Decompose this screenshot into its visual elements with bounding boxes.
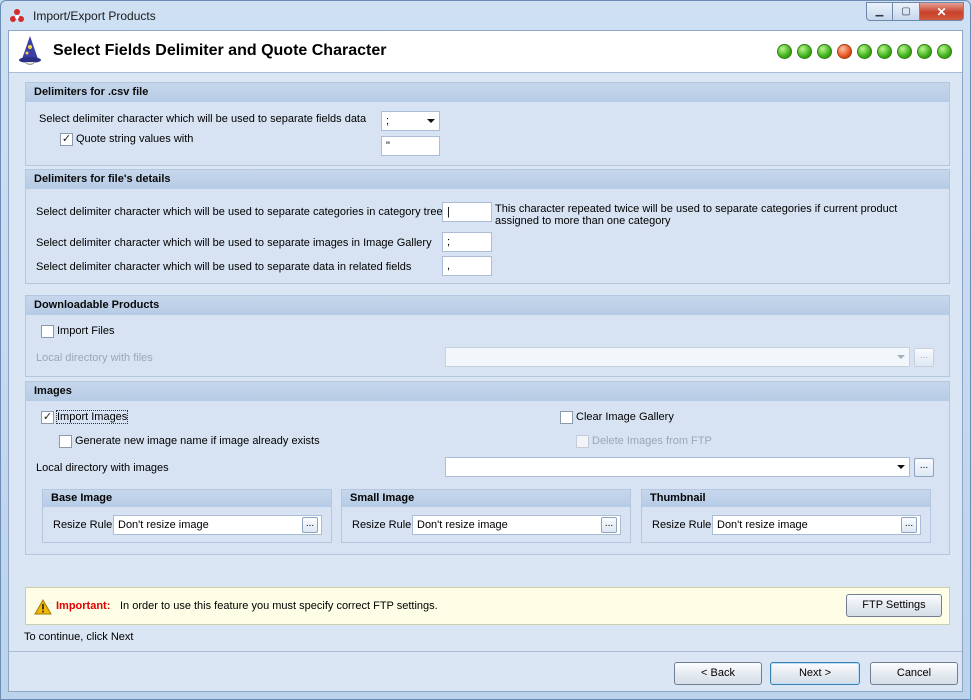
cancel-button[interactable]: Cancel (870, 662, 958, 685)
chevron-down-icon (897, 465, 905, 469)
back-button[interactable]: < Back (674, 662, 762, 685)
details-delimiters-group: Delimiters for file's details Select del… (25, 169, 950, 284)
next-button[interactable]: Next > (770, 662, 860, 685)
window-title: Import/Export Products (33, 9, 156, 23)
small-image-group: Small Image Resize Rule Don't resize ima… (341, 489, 631, 543)
minimize-button[interactable]: ▁ (866, 2, 893, 21)
group-heading: Images (26, 382, 949, 401)
images-directory-label: Local directory with images (36, 462, 169, 474)
small-image-heading: Small Image (342, 490, 630, 507)
thumbnail-resize-rule-button[interactable]: ... (901, 517, 917, 533)
chevron-down-icon (427, 119, 435, 123)
group-heading: Delimiters for file's details (26, 170, 949, 189)
footer-divider (9, 651, 962, 652)
cancel-button-label: Cancel (896, 667, 932, 679)
base-image-heading: Base Image (43, 490, 331, 507)
import-images-label: Import Images (55, 410, 129, 424)
delete-images-ftp-checkbox[interactable] (576, 435, 589, 448)
ftp-warning-message: In order to use this feature you must sp… (120, 600, 438, 612)
import-images-checkbox[interactable]: ✓ (41, 411, 54, 424)
small-resize-rule-input[interactable]: Don't resize image (412, 515, 621, 535)
delete-images-ftp-label: Delete Images from FTP (592, 435, 712, 447)
step-6-indicator (877, 44, 892, 59)
close-button[interactable]: ✕ (920, 2, 964, 21)
quote-strings-label: Quote string values with (76, 133, 194, 145)
clear-image-gallery-label: Clear Image Gallery (576, 411, 674, 423)
maximize-icon: ▢ (901, 6, 911, 17)
csv-delimiter-label: Select delimiter character which will be… (39, 113, 367, 125)
small-resize-rule-label: Resize Rule (352, 519, 412, 531)
thumbnail-group: Thumbnail Resize Rule Don't resize image… (641, 489, 931, 543)
step-3-indicator (817, 44, 832, 59)
browse-images-button[interactable]: ... (914, 458, 934, 477)
images-delimiter-input[interactable]: ; (442, 232, 492, 252)
base-image-group: Base Image Resize Rule Don't resize imag… (42, 489, 332, 543)
files-directory-select[interactable] (445, 347, 910, 367)
csv-delimiters-group: Delimiters for .csv file Select delimite… (25, 82, 950, 166)
group-heading: Downloadable Products (26, 296, 949, 315)
thumbnail-heading: Thumbnail (642, 490, 930, 507)
category-delimiter-note: This character repeated twice will be us… (495, 203, 898, 227)
category-delimiter-label: Select delimiter character which will be… (36, 206, 443, 218)
step-2-indicator (797, 44, 812, 59)
checkmark-icon: ✓ (42, 411, 53, 423)
close-icon: ✕ (936, 4, 947, 19)
import-files-label: Import Files (57, 325, 115, 337)
quote-strings-checkbox[interactable]: ✓ (60, 133, 73, 146)
continue-hint: To continue, click Next (24, 631, 134, 643)
warning-icon (34, 599, 52, 615)
app-logo-icon (10, 9, 24, 22)
important-label: Important: (56, 600, 111, 612)
downloadable-products-group: Downloadable Products Import Files Local… (25, 295, 950, 377)
generate-image-name-label: Generate new image name if image already… (75, 435, 320, 447)
step-9-indicator (937, 44, 952, 59)
browse-files-button[interactable]: ... (914, 348, 934, 367)
base-resize-rule-label: Resize Rule (53, 519, 113, 531)
minimize-icon: ▁ (875, 6, 884, 17)
csv-delimiter-select[interactable]: ; (381, 111, 440, 131)
import-export-window: Import/Export Products ▁ ▢ ✕ Select Fiel… (0, 0, 971, 700)
ftp-settings-button[interactable]: FTP Settings (846, 594, 942, 617)
base-resize-rule-input[interactable]: Don't resize image (113, 515, 322, 535)
files-directory-label: Local directory with files (36, 352, 153, 364)
page-title: Select Fields Delimiter and Quote Charac… (53, 42, 387, 59)
step-8-indicator (917, 44, 932, 59)
csv-delimiter-value: ; (386, 115, 390, 127)
images-directory-select[interactable] (445, 457, 910, 477)
wizard-header: Select Fields Delimiter and Quote Charac… (9, 31, 962, 73)
wizard-client-area: Select Fields Delimiter and Quote Charac… (8, 30, 963, 692)
step-4-current-indicator (837, 44, 852, 59)
base-resize-rule-button[interactable]: ... (302, 517, 318, 533)
quote-character-input[interactable]: " (381, 136, 440, 156)
title-bar[interactable]: Import/Export Products ▁ ▢ ✕ (1, 1, 970, 30)
step-1-indicator (777, 44, 792, 59)
thumbnail-resize-rule-input[interactable]: Don't resize image (712, 515, 921, 535)
wizard-step-indicator (777, 44, 952, 59)
small-resize-rule-button[interactable]: ... (601, 517, 617, 533)
wizard-hat-icon (19, 36, 41, 65)
related-delimiter-label: Select delimiter character which will be… (36, 261, 412, 273)
chevron-down-icon (897, 355, 905, 359)
images-delimiter-label: Select delimiter character which will be… (36, 237, 432, 249)
step-5-indicator (857, 44, 872, 59)
back-button-label: < Back (701, 667, 735, 679)
category-delimiter-input[interactable]: | (442, 202, 492, 222)
checkmark-icon: ✓ (61, 133, 72, 145)
step-7-indicator (897, 44, 912, 59)
ftp-warning-panel: Important: In order to use this feature … (25, 587, 950, 625)
clear-image-gallery-checkbox[interactable] (560, 411, 573, 424)
import-files-checkbox[interactable] (41, 325, 54, 338)
group-heading: Delimiters for .csv file (26, 83, 949, 102)
generate-image-name-checkbox[interactable] (59, 435, 72, 448)
related-delimiter-input[interactable]: , (442, 256, 492, 276)
maximize-button[interactable]: ▢ (893, 2, 920, 21)
thumbnail-resize-rule-label: Resize Rule (652, 519, 712, 531)
next-button-label: Next > (798, 667, 832, 679)
